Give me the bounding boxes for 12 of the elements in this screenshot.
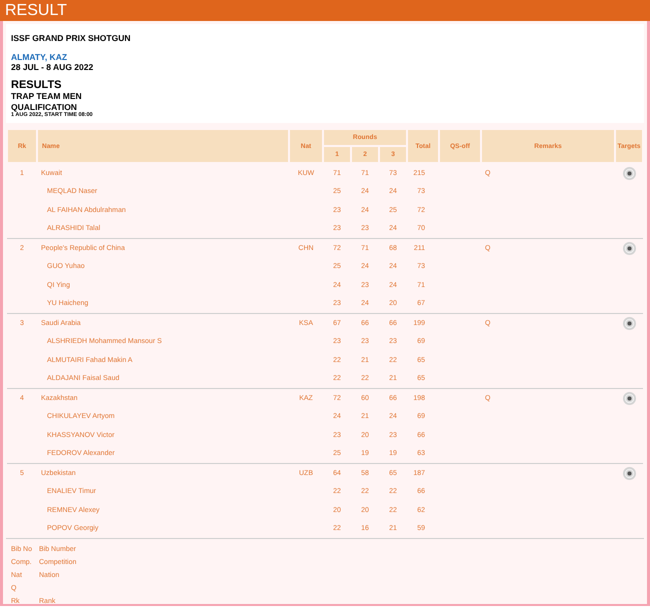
target-icon[interactable] <box>622 392 636 405</box>
target-icon[interactable] <box>622 316 636 330</box>
page-title: RESULT <box>5 2 67 20</box>
target-icon[interactable] <box>622 166 636 180</box>
discipline-title: TRAP TEAM MEN <box>11 91 83 102</box>
target-icon[interactable] <box>622 466 636 480</box>
phase-title: QUALIFICATION <box>11 102 78 112</box>
results-heading: RESULTS <box>11 79 63 91</box>
event-title: ISSF GRAND PRIX SHOTGUN <box>11 33 132 43</box>
target-icon[interactable] <box>622 242 636 255</box>
event-location: ALMATY, KAZ <box>11 52 68 62</box>
event-dates: 28 JUL - 8 AUG 2022 <box>11 62 94 72</box>
